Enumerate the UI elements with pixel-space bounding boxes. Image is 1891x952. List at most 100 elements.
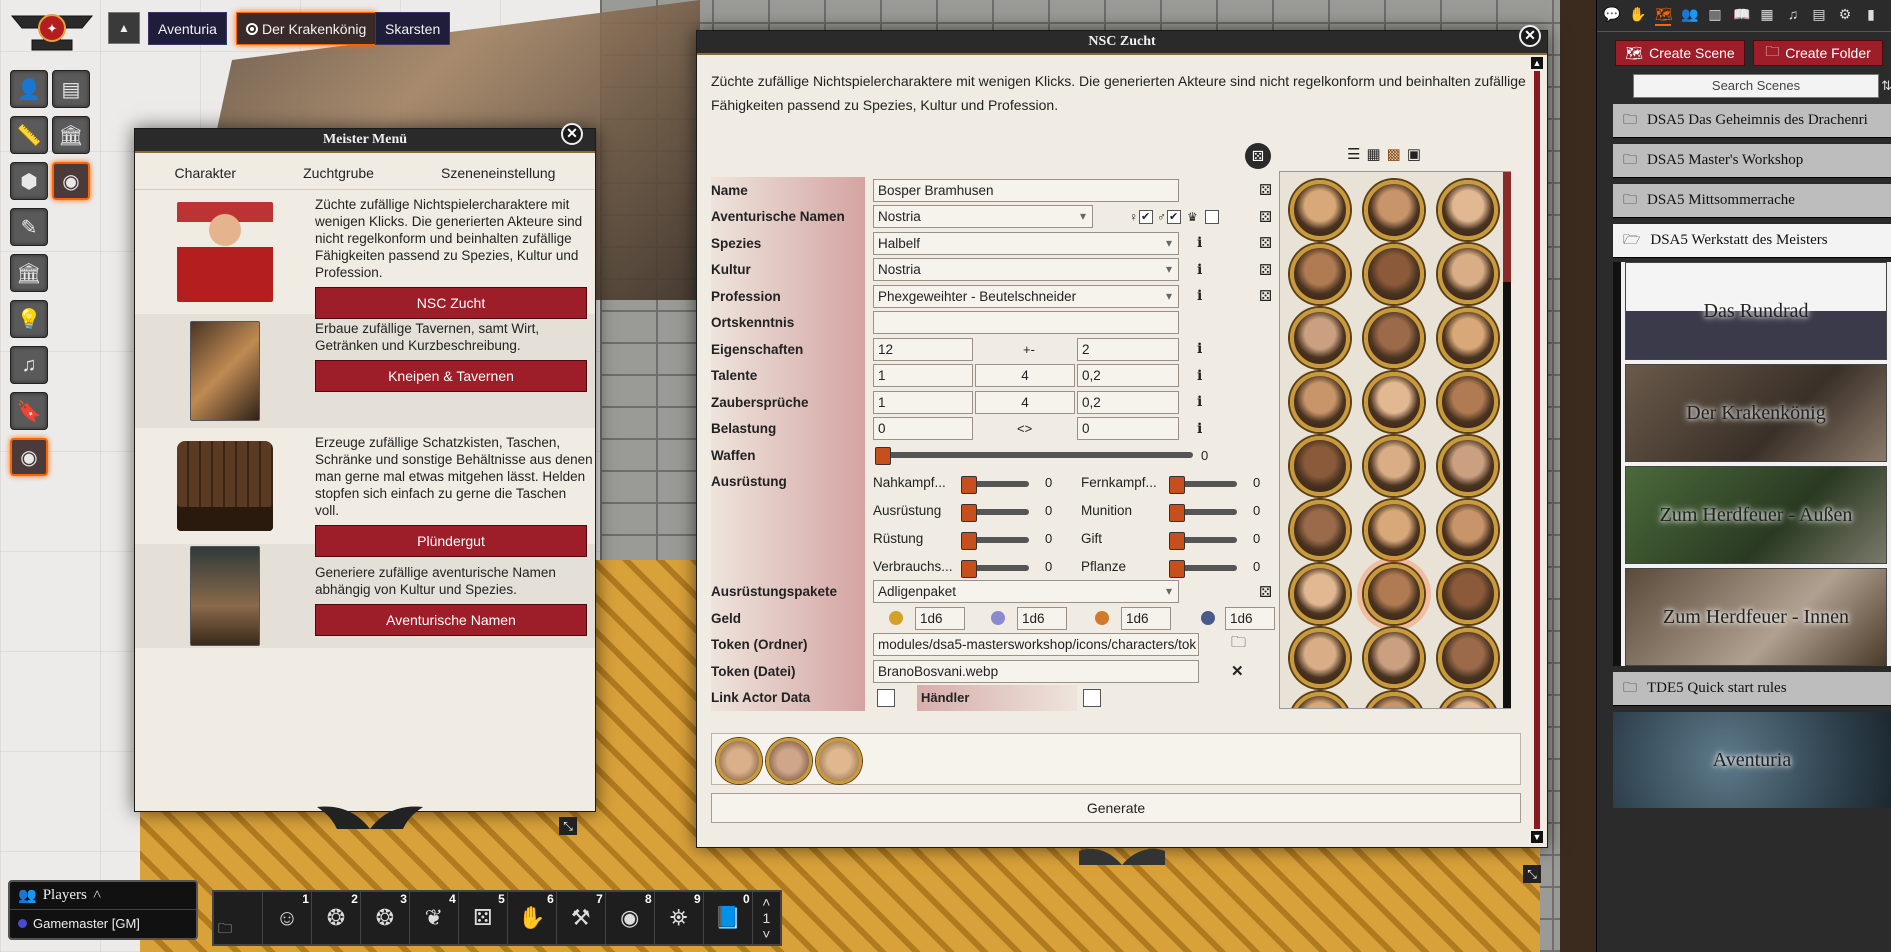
portrait-option[interactable]: [1364, 372, 1424, 432]
dice-icon[interactable]: ⚄: [1259, 181, 1272, 199]
female-checkbox[interactable]: ✔: [1139, 209, 1153, 224]
master-menu-button[interactable]: ◉: [10, 438, 48, 476]
scenes-tab-icon[interactable]: 🗺: [1655, 6, 1673, 26]
meister-menu-header[interactable]: Meister Menü ✕: [135, 123, 595, 153]
scene-nav-collapse-button[interactable]: ▲: [108, 12, 140, 44]
players-panel[interactable]: 👥 Players ˄ Gamemaster [GM]: [8, 880, 198, 940]
folder-item[interactable]: 🗀 TDE5 Quick start rules: [1613, 672, 1891, 706]
actors-tab-icon[interactable]: 👥: [1681, 6, 1698, 26]
info-icon[interactable]: i: [1197, 288, 1202, 304]
notes-controls-button[interactable]: ▤: [52, 70, 90, 108]
scene-thumbnail[interactable]: Zum Herdfeuer - Außen: [1625, 466, 1887, 564]
aventurische-namen-button[interactable]: Aventurische Namen: [315, 604, 587, 636]
tables-tab-icon[interactable]: ▦: [1759, 6, 1775, 26]
fernkampf-slider[interactable]: [1169, 475, 1237, 494]
scene-nav-krakenkoenig[interactable]: Der Krakenkönig: [236, 12, 377, 45]
create-scene-button[interactable]: 🗺 Create Scene: [1615, 40, 1745, 66]
zauber-max-input[interactable]: 4: [975, 390, 1075, 414]
portrait-option[interactable]: [1290, 372, 1350, 432]
hotbar-slot[interactable]: ✋ 6: [508, 892, 557, 944]
folder-item[interactable]: 🗀 DSA5 Das Geheimnis des Drachenri: [1613, 104, 1891, 138]
scene-thumbnail[interactable]: Das Rundrad: [1625, 262, 1887, 360]
journal-tab-icon[interactable]: 📖: [1733, 6, 1750, 26]
nsc-zucht-button[interactable]: NSC Zucht: [315, 287, 587, 319]
portrait-option[interactable]: [1364, 628, 1424, 688]
portrait-option[interactable]: [1438, 372, 1498, 432]
randomize-all-icon[interactable]: ⚄: [1245, 143, 1271, 169]
ruestung-slider[interactable]: [961, 531, 1029, 550]
walls-controls-button[interactable]: 🏛: [52, 116, 90, 154]
hotbar-slot[interactable]: ❂ 3: [361, 892, 410, 944]
dice-icon[interactable]: ⚄: [1259, 208, 1272, 226]
portrait-option[interactable]: [1290, 692, 1350, 708]
belastung-min-input[interactable]: 0: [873, 417, 973, 441]
lighting-controls-button[interactable]: 💡: [10, 300, 48, 338]
portrait-option[interactable]: [1290, 308, 1350, 368]
items-tab-icon[interactable]: ▥: [1707, 6, 1723, 26]
combat-tab-icon[interactable]: ✋: [1629, 6, 1646, 26]
avnames-select[interactable]: Nostria: [873, 205, 1093, 229]
selected-portrait[interactable]: [716, 738, 762, 784]
folder-item[interactable]: 🗀 DSA5 Mittsommerrache: [1613, 184, 1891, 218]
measure-controls-button[interactable]: 📏: [10, 116, 48, 154]
chevron-up-icon[interactable]: ˄: [762, 894, 770, 910]
token-datei-input[interactable]: BranoBosvani.webp: [873, 659, 1199, 683]
scene-thumbnail[interactable]: Zum Herdfeuer - Innen: [1625, 568, 1887, 666]
info-icon[interactable]: i: [1197, 262, 1202, 278]
kultur-select[interactable]: Nostria: [873, 258, 1179, 282]
scene-search-input[interactable]: Search Scenes ⇅: [1633, 74, 1891, 98]
hotbar-slot[interactable]: ⚒ 7: [557, 892, 606, 944]
list-view-icon[interactable]: ☰: [1347, 145, 1360, 163]
scroll-up-icon[interactable]: ▲: [1531, 57, 1543, 69]
info-icon[interactable]: i: [1197, 341, 1202, 357]
drawing-controls-button[interactable]: ✎: [10, 208, 48, 246]
portrait-option[interactable]: [1290, 628, 1350, 688]
tab-zuchtgrube[interactable]: Zuchtgrube: [303, 165, 374, 181]
resize-icon[interactable]: ⤡: [1523, 865, 1541, 883]
portrait-option[interactable]: [1438, 628, 1498, 688]
ortskenntnis-input[interactable]: [873, 311, 1179, 335]
portrait-option[interactable]: [1438, 244, 1498, 304]
hotbar-slot[interactable]: 📘 0: [704, 892, 753, 944]
portrait-option[interactable]: [1438, 180, 1498, 240]
silber-input[interactable]: 1d6: [1017, 606, 1067, 630]
talente-max-input[interactable]: 4: [975, 364, 1075, 388]
eigenschaften-value-input[interactable]: 12: [873, 337, 973, 361]
hotbar-slot[interactable]: ☺ 1: [263, 892, 312, 944]
grid-view-icon[interactable]: ▩: [1387, 145, 1401, 163]
info-icon[interactable]: i: [1197, 368, 1202, 384]
info-icon[interactable]: i: [1197, 235, 1202, 251]
hotbar-slot[interactable]: ◉ 8: [606, 892, 655, 944]
belastung-max-input[interactable]: 0: [1077, 417, 1179, 441]
tab-charakter[interactable]: Charakter: [175, 165, 236, 181]
folder-item-open[interactable]: 🗁 DSA5 Werkstatt des Meisters: [1613, 224, 1891, 258]
pakete-select[interactable]: Adligenpaket: [873, 580, 1179, 604]
portrait-option[interactable]: [1364, 180, 1424, 240]
image-view-icon[interactable]: ▣: [1407, 145, 1421, 163]
male-checkbox[interactable]: ✔: [1167, 209, 1181, 224]
portrait-option[interactable]: [1290, 180, 1350, 240]
pflanze-slider[interactable]: [1169, 559, 1237, 578]
kreuzer-input[interactable]: 1d6: [1225, 606, 1275, 630]
portrait-option[interactable]: [1438, 500, 1498, 560]
more-tab-icon[interactable]: ▮: [1863, 6, 1879, 26]
clear-icon[interactable]: ✕: [1231, 662, 1244, 680]
portrait-option[interactable]: [1438, 692, 1498, 708]
info-icon[interactable]: i: [1197, 394, 1202, 410]
heller-input[interactable]: 1d6: [1121, 606, 1171, 630]
portrait-option[interactable]: [1364, 244, 1424, 304]
journal-notes-button[interactable]: 🔖: [10, 392, 48, 430]
portrait-option[interactable]: [1364, 692, 1424, 708]
dukaten-input[interactable]: 1d6: [915, 606, 965, 630]
tiles-controls-button[interactable]: ⬢: [10, 162, 48, 200]
ausruestung-slider[interactable]: [961, 503, 1029, 522]
portrait-scrollbar[interactable]: [1503, 172, 1511, 708]
portrait-option[interactable]: [1364, 500, 1424, 560]
talente-factor-input[interactable]: 0,2: [1077, 364, 1179, 388]
portrait-option[interactable]: [1290, 436, 1350, 496]
tab-szeneneinstellung[interactable]: Szeneneinstellung: [441, 165, 555, 181]
selected-portrait[interactable]: [816, 738, 862, 784]
portrait-option[interactable]: [1364, 564, 1424, 624]
dice-icon[interactable]: ⚄: [1259, 261, 1272, 279]
sort-icon[interactable]: ⇅: [1881, 75, 1891, 97]
